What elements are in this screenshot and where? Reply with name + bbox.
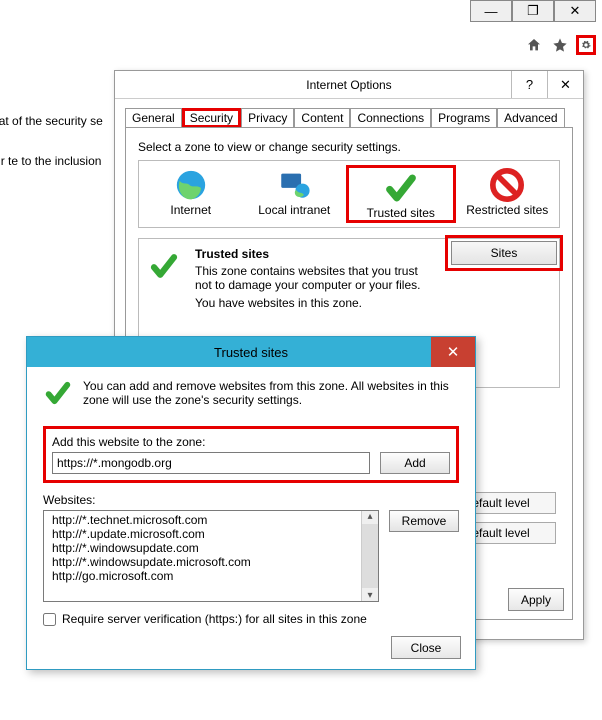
zone-internet-label: Internet <box>139 203 243 217</box>
sites-button[interactable]: Sites <box>451 241 557 265</box>
tab-advanced[interactable]: Advanced <box>497 108 564 128</box>
list-item[interactable]: http://*.windowsupdate.com <box>52 541 374 555</box>
trusted-title: Trusted sites <box>195 247 431 261</box>
io-tabs: General Security Privacy Content Connect… <box>115 99 583 127</box>
list-item[interactable]: http://*.update.microsoft.com <box>52 527 374 541</box>
scroll-down-icon[interactable]: ▾ <box>367 590 372 601</box>
apply-button[interactable]: Apply <box>508 588 564 611</box>
zone-local-label: Local intranet <box>243 203 347 217</box>
scroll-up-icon[interactable]: ▴ <box>367 511 372 522</box>
list-item[interactable]: http://*.technet.microsoft.com <box>52 513 374 527</box>
settings-gear-icon[interactable] <box>576 35 596 55</box>
tab-security[interactable]: Security <box>182 108 241 128</box>
io-close-button[interactable]: ✕ <box>547 71 583 98</box>
intranet-icon <box>243 167 347 203</box>
zone-trusted-sites[interactable]: Trusted sites <box>346 165 456 223</box>
tab-content[interactable]: Content <box>294 108 350 128</box>
websites-label: Websites: <box>43 493 459 507</box>
maximize-button[interactable]: ❐ <box>512 0 554 22</box>
trusted-sites-title: Trusted sites <box>214 345 288 360</box>
require-https-checkbox-row[interactable]: Require server verification (https:) for… <box>43 612 459 626</box>
trusted-desc-text: You can add and remove websites from thi… <box>83 379 459 407</box>
zone-restricted-label: Restricted sites <box>456 203 560 217</box>
remove-button[interactable]: Remove <box>389 510 459 532</box>
list-item[interactable]: http://*.windowsupdate.microsoft.com <box>52 555 374 569</box>
close-window-button[interactable]: ✕ <box>554 0 596 22</box>
list-scrollbar[interactable]: ▴ ▾ <box>361 511 378 601</box>
zone-restricted-sites[interactable]: Restricted sites <box>456 165 560 223</box>
bg-line-1: curity settings that of the security se <box>0 112 132 130</box>
list-item[interactable]: http://go.microsoft.com <box>52 569 374 583</box>
tab-privacy[interactable]: Privacy <box>241 108 294 128</box>
browser-toolbar <box>524 35 596 55</box>
tab-programs[interactable]: Programs <box>431 108 497 128</box>
checkmark-icon <box>349 170 453 206</box>
sites-button-highlight: Sites <box>445 235 563 271</box>
minimize-button[interactable]: — <box>470 0 512 22</box>
zone-local-intranet[interactable]: Local intranet <box>243 165 347 223</box>
require-https-checkbox[interactable] <box>43 613 56 626</box>
tab-general[interactable]: General <box>125 108 182 128</box>
add-website-label: Add this website to the zone: <box>52 435 450 449</box>
home-icon[interactable] <box>524 35 544 55</box>
bg-line-2: to network resour te to the inclusion <box>0 152 132 170</box>
add-website-input[interactable] <box>52 452 370 474</box>
trusted-sites-dialog: Trusted sites ✕ You can add and remove w… <box>26 336 476 670</box>
internet-options-titlebar: Internet Options ? ✕ <box>115 71 583 99</box>
prohibited-icon <box>456 167 560 203</box>
require-https-label: Require server verification (https:) for… <box>62 612 367 626</box>
background-help-text: curity settings that of the security se … <box>0 112 132 192</box>
scroll-thumb[interactable] <box>362 524 378 588</box>
trusted-desc: This zone contains websites that you tru… <box>195 264 431 292</box>
zones-row: Internet Local intranet Trusted sites Re… <box>138 160 560 228</box>
trusted-sites-titlebar: Trusted sites ✕ <box>27 337 475 367</box>
close-button[interactable]: Close <box>391 636 461 659</box>
zone-internet[interactable]: Internet <box>139 165 243 223</box>
favorites-star-icon[interactable] <box>550 35 570 55</box>
globe-icon <box>139 167 243 203</box>
websites-listbox[interactable]: http://*.technet.microsoft.com http://*.… <box>43 510 379 602</box>
trusted-check-icon-small <box>43 379 73 410</box>
zone-trusted-label: Trusted sites <box>349 206 453 220</box>
window-caption-buttons: — ❐ ✕ <box>470 0 596 22</box>
trusted-sites-close-x[interactable]: ✕ <box>431 337 475 367</box>
add-website-highlight: Add this website to the zone: Add <box>43 426 459 483</box>
add-button[interactable]: Add <box>380 452 450 474</box>
io-help-button[interactable]: ? <box>511 71 547 98</box>
zone-label: Select a zone to view or change security… <box>138 140 560 154</box>
trusted-have: You have websites in this zone. <box>195 296 431 310</box>
internet-options-title: Internet Options <box>306 78 391 92</box>
tab-connections[interactable]: Connections <box>350 108 431 128</box>
trusted-sites-description: You can add and remove websites from thi… <box>43 379 459 410</box>
